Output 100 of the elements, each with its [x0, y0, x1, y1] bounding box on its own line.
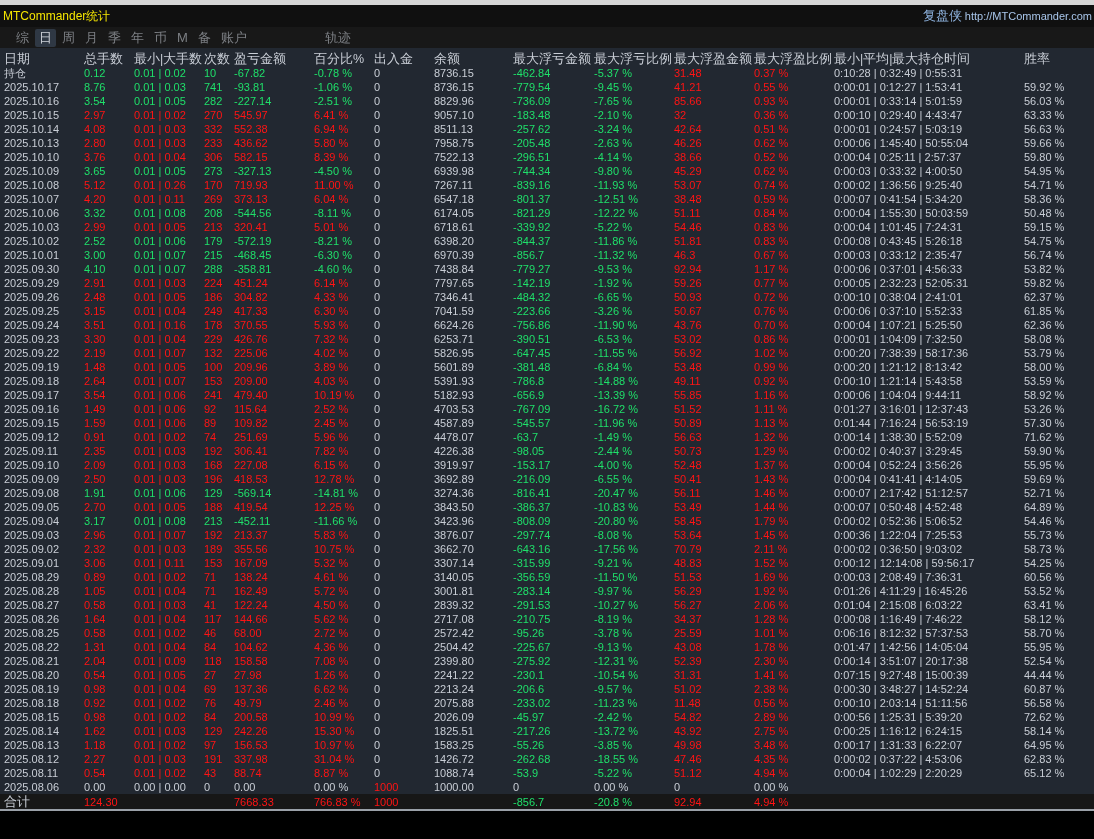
table-cell: 6939.98 — [434, 164, 474, 178]
table-cell: 53.79 % — [1024, 346, 1065, 360]
table-cell: 2.80 — [84, 136, 106, 150]
table-cell: -12.22 % — [594, 206, 639, 220]
table-cell: 0.92 % — [754, 374, 789, 388]
table-cell: 43.76 — [674, 318, 702, 332]
table-cell: 2504.42 — [434, 640, 474, 654]
table-cell: 7668.33 — [234, 795, 274, 809]
table-cell: 2.45 % — [314, 416, 349, 430]
table-cell: 54.25 % — [1024, 556, 1065, 570]
table-cell: 5.80 % — [314, 136, 349, 150]
table-cell: 0 — [374, 500, 381, 514]
table-cell: 0 — [374, 318, 381, 332]
table-cell: -9.80 % — [594, 164, 632, 178]
table-cell: 0.01 | 0.03 — [134, 752, 186, 766]
table-cell: 4.10 — [84, 262, 106, 276]
tab[interactable]: 年 — [127, 28, 148, 47]
table-cell: 2.30 % — [754, 654, 789, 668]
table-cell: 0.01 | 0.07 — [134, 262, 186, 276]
table-cell: -0.78 % — [314, 66, 352, 80]
table-cell: 2025.08.22 — [4, 640, 60, 654]
table-cell: 0 — [374, 766, 381, 780]
tab[interactable]: M — [173, 28, 192, 47]
tab[interactable]: 月 — [81, 28, 102, 47]
tab[interactable]: 周 — [58, 28, 79, 47]
table-cell: -3.78 % — [594, 626, 632, 640]
table-cell: 42.64 — [674, 122, 702, 136]
table-cell: 60.87 % — [1024, 682, 1065, 696]
table-cell: -4.50 % — [314, 164, 352, 178]
table-cell: 288 — [204, 262, 223, 276]
table-cell: -20.8 % — [594, 795, 632, 809]
table-cell: 54.71 % — [1024, 178, 1065, 192]
table-cell: 0.01 | 0.11 — [134, 556, 185, 570]
table-cell: 7.32 % — [314, 332, 349, 346]
table-cell: 0.01 | 0.04 — [134, 150, 186, 164]
table-cell: 213 — [204, 220, 223, 234]
table-cell: 0.92 — [84, 696, 106, 710]
table-cell: -756.86 — [513, 318, 551, 332]
table-cell: 0 — [374, 192, 381, 206]
table-cell: 0.00 — [234, 780, 256, 794]
table-cell: 0 — [374, 486, 381, 500]
table-cell: 2025.09.30 — [4, 262, 60, 276]
website-link[interactable]: http://MTCommander.com — [964, 10, 1092, 22]
table-cell: 0.01 | 0.05 — [134, 500, 186, 514]
table-cell: 0:00:03 | 0:33:32 | 4:00:50 — [834, 164, 963, 178]
table-cell: 0:00:25 | 1:16:12 | 6:24:15 — [834, 724, 963, 738]
table-cell: -386.37 — [513, 500, 551, 514]
table-cell: -356.59 — [513, 570, 551, 584]
table-cell: 0:00:06 | 0:37:01 | 4:56:33 — [834, 262, 963, 276]
table-cell: -9.45 % — [594, 80, 632, 94]
table-cell: -8.08 % — [594, 528, 632, 542]
table-cell: 1000 — [374, 780, 399, 794]
table-cell: 224 — [204, 276, 223, 290]
table-cell: 2075.88 — [434, 696, 474, 710]
table-cell: 153 — [204, 374, 223, 388]
table-cell: 0.01 | 0.11 — [134, 192, 185, 206]
table-cell: 162.49 — [234, 584, 268, 598]
table-cell: 56.03 % — [1024, 94, 1065, 108]
table-cell: 4478.07 — [434, 430, 474, 444]
table-cell: 2025.08.27 — [4, 598, 60, 612]
table-cell: 373.13 — [234, 192, 268, 206]
table-cell: 3.06 — [84, 556, 106, 570]
tab[interactable]: 日 — [35, 28, 56, 47]
table-cell: 0.00 % — [594, 780, 629, 794]
tab[interactable]: 综 — [12, 28, 33, 47]
table-cell: 10 — [204, 66, 217, 80]
table-cell: -11.50 % — [594, 570, 638, 584]
table-cell: 0:10:28 | 0:32:49 | 0:55:31 — [834, 66, 963, 80]
table-cell: 1.92 % — [754, 584, 789, 598]
table-cell: 100 — [204, 360, 223, 374]
table-cell: 2.04 — [84, 654, 106, 668]
table-cell: 0 — [374, 738, 381, 752]
table-cell: 2.32 — [84, 542, 106, 556]
tab[interactable]: 备 — [193, 28, 215, 47]
table-cell: 0 — [374, 542, 381, 556]
table-cell: 270 — [204, 108, 223, 122]
table-cell: 0.01 | 0.03 — [134, 458, 186, 472]
table-cell: 64.89 % — [1024, 500, 1065, 514]
tab[interactable]: 账户 — [216, 28, 251, 47]
table-cell: 8736.15 — [434, 66, 474, 80]
table-cell: 2241.22 — [434, 668, 474, 682]
table-cell: 0.01 | 0.06 — [134, 486, 186, 500]
table-cell: -11.23 % — [594, 696, 638, 710]
table-cell: 0 — [374, 640, 381, 654]
table-cell: 0.01 | 0.05 — [134, 164, 186, 178]
table-cell: 0.01 | 0.03 — [134, 724, 186, 738]
table-cell: 0.98 — [84, 682, 106, 696]
table-cell: 50.67 — [674, 304, 702, 318]
tab[interactable]: 轨迹 — [320, 28, 355, 47]
table-cell: 582.15 — [234, 150, 268, 164]
table-cell: 0.01 | 0.02 — [134, 66, 186, 80]
table-cell: -233.02 — [513, 696, 551, 710]
table-cell: 1.05 — [84, 584, 106, 598]
table-cell: 58.08 % — [1024, 332, 1065, 346]
table-cell: 51.02 — [674, 682, 702, 696]
tab[interactable]: 币 — [150, 28, 171, 47]
table-cell: 5.83 % — [314, 528, 349, 542]
table-cell: -8.19 % — [594, 612, 632, 626]
table-cell: -297.74 — [513, 528, 551, 542]
tab[interactable]: 季 — [104, 28, 125, 47]
